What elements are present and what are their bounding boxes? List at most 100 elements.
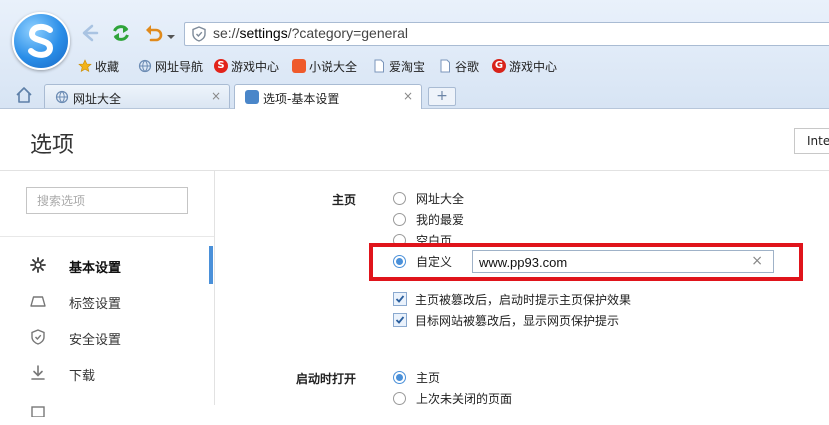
radio-button-selected[interactable] [393,254,406,268]
radio-button[interactable] [393,191,406,205]
sogou-s-icon [28,23,54,58]
bookmark-label: 爱淘宝 [389,59,426,74]
startup-option-last-session[interactable]: 上次未关闭的页面 [393,389,512,407]
radio-label: 自定义 [416,254,453,269]
bookmark-label: 游戏中心 [509,59,558,74]
page-icon [374,59,384,73]
sidebar-item-label: 标签设置 [69,297,122,312]
homepage-section-label: 主页 [331,193,356,207]
homepage-option-blank[interactable]: 空白页 [393,231,452,249]
language-select[interactable]: Inte [794,128,829,154]
header-divider [0,170,829,171]
address-prefix: se:// [213,25,240,41]
game-g-icon: G [492,59,506,73]
radio-label: 上次未关闭的页面 [416,391,513,406]
tab-label: 选项-基本设置 [263,92,340,106]
sidebar-item-tab-settings[interactable]: 标签设置 [0,285,214,317]
address-text[interactable]: se://settings/?category=general [213,25,408,41]
radio-button[interactable] [393,233,406,247]
tab-settings[interactable]: 选项-基本设置 × [234,84,422,109]
tab-url-directory[interactable]: 网址大全 × [44,84,230,108]
page-title: 选项 [30,133,75,158]
novel-icon [292,59,306,73]
undo-icon [146,25,163,42]
checkbox-label: 目标网站被篡改后，显示网页保护提示 [415,313,620,328]
page-icon [440,59,450,73]
sidebar-item-label: 安全设置 [69,333,122,348]
radio-button[interactable] [393,391,406,405]
undo-close-button[interactable] [143,22,165,44]
checkbox-checked[interactable] [393,292,407,306]
bookmark-label: 谷歌 [455,59,480,74]
bookmark-nav[interactable]: 网址导航 [138,57,203,75]
address-path: /?category=general [287,25,408,41]
chevron-down-icon[interactable] [167,30,175,39]
radio-label: 主页 [416,370,441,385]
checkmark-icon [395,295,405,303]
search-options-input[interactable] [35,188,189,214]
globe-icon [55,90,69,104]
checkbox-checked[interactable] [393,313,407,327]
home-button[interactable] [14,86,34,104]
close-icon[interactable]: × [211,89,221,103]
radio-label: 我的最爱 [416,212,465,227]
startup-option-homepage[interactable]: 主页 [393,368,440,386]
sidebar-item-download[interactable]: 下载 [0,357,214,389]
radio-button-selected[interactable] [393,370,406,384]
shield-icon [192,26,206,42]
new-tab-button[interactable]: + [428,87,456,106]
gear-icon [245,90,259,104]
sidebar-item-security[interactable]: 安全设置 [0,321,214,353]
homepage-option-custom[interactable]: 自定义 [393,252,452,270]
bookmark-label: 收藏 [95,59,120,74]
bookmark-aitaobao[interactable]: 爱淘宝 [372,57,425,75]
refresh-icon [113,25,129,41]
sidebar-item-basic-settings[interactable]: 基本设置 [0,249,214,281]
custom-homepage-input[interactable] [477,251,741,273]
sidebar-item-label: 下载 [69,369,96,384]
bookmark-game-center-2[interactable]: G 游戏中心 [492,57,557,75]
sidebar-rule [0,236,214,237]
tab-label: 网址大全 [73,92,122,106]
browser-chrome: se://settings/?category=general 收藏 网址导航 … [0,0,829,109]
clear-icon[interactable]: × [751,253,763,269]
shield-icon [31,329,45,345]
homepage-option-favorites[interactable]: 我的最爱 [393,210,464,228]
search-options-box[interactable] [26,187,189,214]
startup-section-label: 启动时打开 [295,372,356,386]
bookmark-google[interactable]: 谷歌 [438,57,479,75]
bookmark-label: 小说大全 [309,59,358,74]
bookmark-favorites[interactable]: 收藏 [78,57,119,75]
refresh-button[interactable] [110,22,132,44]
checkmark-icon [395,316,405,324]
radio-label: 网址大全 [416,191,465,206]
sidebar-item-more[interactable] [0,393,214,425]
homepage-protect-checkbox-row[interactable]: 主页被篡改后，启动时提示主页保护效果 [393,290,631,308]
close-icon[interactable]: × [403,89,413,103]
sogou-game-icon: S [214,59,228,73]
radio-button[interactable] [393,212,406,226]
more-settings-icon [31,406,45,417]
address-bar[interactable]: se://settings/?category=general [184,22,829,46]
tab-strip: 网址大全 × 选项-基本设置 × + [0,82,829,109]
sidebar-item-label: 基本设置 [69,261,122,276]
globe-icon [138,59,152,73]
back-arrow-icon [82,24,99,42]
sidebar-divider [214,171,215,405]
bookmark-novels[interactable]: 小说大全 [292,57,357,75]
star-icon [78,59,92,73]
sogou-browser-logo[interactable] [12,12,70,70]
bookmark-label: 网址导航 [155,59,204,74]
radio-label: 空白页 [416,233,453,248]
home-icon [16,87,32,103]
back-button[interactable] [78,22,100,44]
download-icon [31,365,45,380]
bookmark-label: 游戏中心 [231,59,280,74]
address-host: settings [239,25,288,41]
site-protect-checkbox-row[interactable]: 目标网站被篡改后，显示网页保护提示 [393,311,619,329]
gear-icon [30,257,46,273]
bookmark-game-center[interactable]: S 游戏中心 [214,57,279,75]
tab-icon [30,296,46,307]
homepage-option-url-directory[interactable]: 网址大全 [393,189,464,207]
custom-homepage-field[interactable]: × [472,250,774,273]
